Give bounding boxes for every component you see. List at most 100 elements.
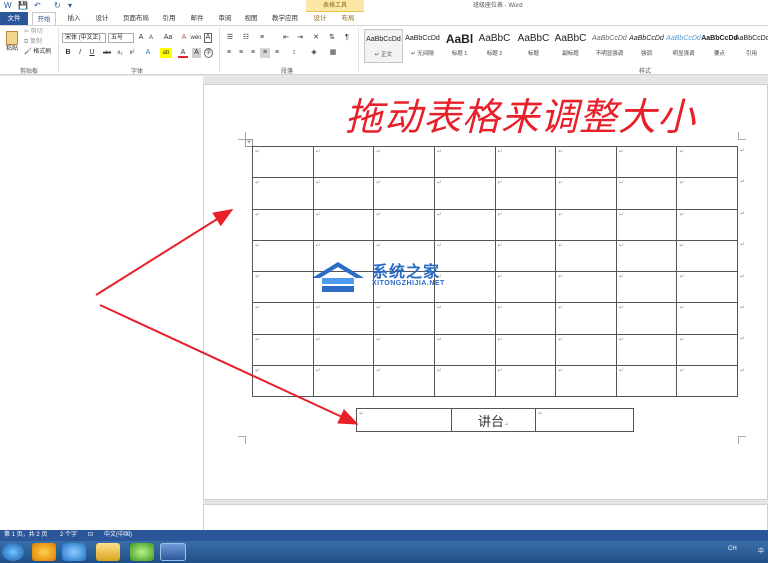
font-size-select[interactable]: 五号 bbox=[108, 33, 134, 43]
multilevel-list-icon[interactable]: ≡ bbox=[256, 33, 268, 43]
seat-cell[interactable]: ↵ bbox=[494, 364, 557, 398]
style-strong[interactable]: AaBbCcDd 要点 bbox=[700, 29, 739, 63]
strikethrough-button[interactable]: abc bbox=[100, 48, 114, 58]
copy-button[interactable]: ⧉ 复制 bbox=[24, 38, 42, 46]
seat-cell[interactable]: ↵ bbox=[676, 364, 738, 398]
seat-cell[interactable]: ↵ bbox=[433, 333, 496, 366]
browser-icon[interactable] bbox=[130, 543, 154, 561]
seat-cell[interactable]: ↵ bbox=[615, 333, 678, 366]
tab-mailings[interactable]: 邮件 bbox=[186, 12, 208, 25]
seat-cell[interactable]: ↵ bbox=[494, 145, 557, 179]
seat-cell[interactable]: ↵ bbox=[252, 208, 314, 241]
seat-cell[interactable]: ↵ bbox=[615, 177, 678, 210]
justify-icon[interactable]: ≡ bbox=[260, 48, 270, 58]
file-explorer-icon[interactable] bbox=[96, 543, 120, 561]
grow-font-button[interactable]: A bbox=[137, 33, 145, 43]
seat-cell[interactable]: ↵ bbox=[373, 177, 435, 210]
style-quote[interactable]: AaBbCcDd 引用 bbox=[735, 29, 768, 63]
style-emphasis[interactable]: AaBbCcDd 强调 bbox=[627, 29, 666, 63]
seat-cell[interactable]: ↵ bbox=[494, 177, 557, 210]
seat-cell[interactable]: ↵ bbox=[615, 302, 678, 335]
tab-insert[interactable]: 插入 bbox=[62, 12, 86, 25]
seat-cell[interactable]: ↵ bbox=[494, 208, 557, 241]
style-normal[interactable]: AaBbCcDd ↵ 正文 bbox=[364, 29, 403, 63]
seat-cell[interactable]: ↵ bbox=[252, 333, 314, 366]
align-right-icon[interactable]: ≡ bbox=[248, 48, 258, 58]
style-intense-emphasis[interactable]: AaBbCcDd 明显强调 bbox=[664, 29, 703, 63]
page-count[interactable]: 第 1 页，共 2 页 bbox=[4, 530, 47, 541]
seat-cell[interactable]: ↵ bbox=[676, 302, 738, 335]
bold-button[interactable]: B bbox=[64, 48, 72, 58]
char-shading-button[interactable]: A bbox=[192, 48, 201, 58]
style-title[interactable]: AaBbC 标题 bbox=[514, 29, 553, 63]
pinyin-guide-button[interactable]: wén bbox=[190, 33, 202, 43]
style-subtitle[interactable]: AaBbC 副标题 bbox=[551, 29, 590, 63]
redo-icon[interactable]: ↻ bbox=[54, 1, 61, 11]
cut-button[interactable]: ✂ 剪切 bbox=[24, 28, 43, 36]
shading-icon[interactable]: ◈ bbox=[308, 48, 320, 58]
seat-cell[interactable]: ↵ bbox=[676, 145, 738, 179]
tab-teaching[interactable]: 教学应用 bbox=[268, 12, 302, 25]
seat-cell[interactable]: ↵ bbox=[555, 270, 617, 304]
tab-view[interactable]: 视图 bbox=[240, 12, 262, 25]
seat-cell[interactable]: ↵ bbox=[615, 208, 678, 241]
seat-cell[interactable]: ↵ bbox=[433, 145, 496, 179]
tab-page-layout[interactable]: 页面布局 bbox=[118, 12, 154, 25]
internet-explorer-icon[interactable] bbox=[62, 543, 86, 561]
seat-cell[interactable]: ↵ bbox=[373, 364, 435, 398]
line-spacing-icon[interactable]: ↕ bbox=[288, 48, 300, 58]
seat-cell[interactable]: ↵ bbox=[676, 333, 738, 366]
superscript-button[interactable]: x² bbox=[127, 48, 137, 58]
seat-cell[interactable]: ↵ bbox=[252, 177, 314, 210]
sort-icon[interactable]: ⇅ bbox=[326, 33, 338, 43]
font-name-select[interactable]: 宋体 (中文正) bbox=[62, 33, 106, 43]
seat-cell[interactable]: ↵ bbox=[676, 239, 738, 273]
seat-cell[interactable]: ↵ bbox=[555, 145, 617, 179]
seat-cell[interactable]: ↵ bbox=[373, 302, 435, 335]
ime-indicator[interactable]: CH bbox=[728, 546, 737, 552]
seat-cell[interactable]: ↵ bbox=[676, 177, 738, 210]
save-icon[interactable]: 💾 bbox=[18, 1, 28, 11]
tab-table-design[interactable]: 设计 bbox=[310, 12, 330, 25]
font-color-button[interactable]: A bbox=[178, 48, 188, 58]
seat-cell[interactable]: ↵ bbox=[555, 364, 617, 398]
word-count[interactable]: 2 个字 bbox=[60, 530, 77, 541]
italic-button[interactable]: I bbox=[76, 48, 84, 58]
enclose-char-button[interactable]: 字 bbox=[204, 48, 213, 58]
shrink-font-button[interactable]: A bbox=[147, 33, 155, 43]
borders-icon[interactable]: ▦ bbox=[326, 48, 340, 58]
seat-cell[interactable]: ↵ bbox=[312, 302, 375, 335]
distributed-icon[interactable]: ≡ bbox=[272, 48, 282, 58]
podium-table[interactable]: ↵ 讲台↵ ↵ bbox=[356, 408, 634, 432]
style-no-spacing[interactable]: AaBbCcDd ↵ 无间隔 bbox=[403, 29, 442, 63]
seat-cell[interactable]: ↵ bbox=[433, 177, 496, 210]
tab-file[interactable]: 文件 bbox=[0, 12, 28, 25]
show-marks-icon[interactable]: ¶ bbox=[342, 33, 352, 43]
decrease-indent-icon[interactable]: ⇤ bbox=[280, 33, 292, 43]
text-effects-button[interactable]: A bbox=[143, 48, 153, 58]
seat-cell[interactable]: ↵ bbox=[555, 239, 617, 273]
format-painter-button[interactable]: 🖌 格式刷 bbox=[24, 48, 51, 56]
seat-cell[interactable]: ↵ bbox=[615, 364, 678, 398]
seat-cell[interactable]: ↵ bbox=[494, 302, 557, 335]
podium-cell-left[interactable]: ↵ bbox=[356, 408, 452, 432]
tab-table-layout[interactable]: 布局 bbox=[338, 12, 358, 25]
seat-cell[interactable]: ↵ bbox=[615, 270, 678, 304]
char-border-button[interactable]: A bbox=[204, 33, 212, 43]
word-taskbar-icon[interactable] bbox=[160, 543, 186, 561]
seat-cell[interactable]: ↵ bbox=[494, 239, 557, 273]
seat-cell[interactable]: ↵ bbox=[312, 364, 375, 398]
seat-cell[interactable]: ↵ bbox=[494, 333, 557, 366]
seat-cell[interactable]: ↵ bbox=[312, 145, 375, 179]
proofing-icon[interactable]: ⊡ bbox=[88, 530, 93, 541]
seat-cell[interactable]: ↵ bbox=[312, 208, 375, 241]
seat-cell[interactable]: ↵ bbox=[373, 333, 435, 366]
align-center-icon[interactable]: ≡ bbox=[236, 48, 246, 58]
seat-cell[interactable]: ↵ bbox=[252, 364, 314, 398]
paste-button[interactable]: 粘贴 bbox=[4, 29, 20, 59]
subscript-button[interactable]: x₂ bbox=[115, 48, 125, 58]
change-case-button[interactable]: Aa bbox=[162, 33, 174, 43]
seat-cell[interactable]: ↵ bbox=[555, 333, 617, 366]
clear-format-button[interactable]: A bbox=[180, 33, 188, 43]
podium-cell[interactable]: 讲台↵ bbox=[451, 408, 536, 432]
